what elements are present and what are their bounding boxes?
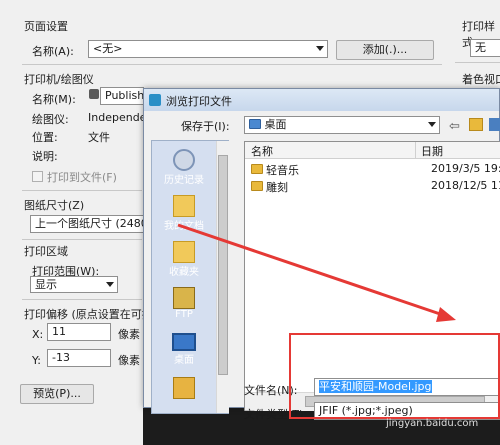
annotation-arrow-line	[177, 223, 447, 318]
annotation-arrow-head	[436, 307, 456, 322]
annotation-arrow	[177, 223, 456, 322]
watermark-text: jingyan.baidu.com	[386, 418, 479, 429]
